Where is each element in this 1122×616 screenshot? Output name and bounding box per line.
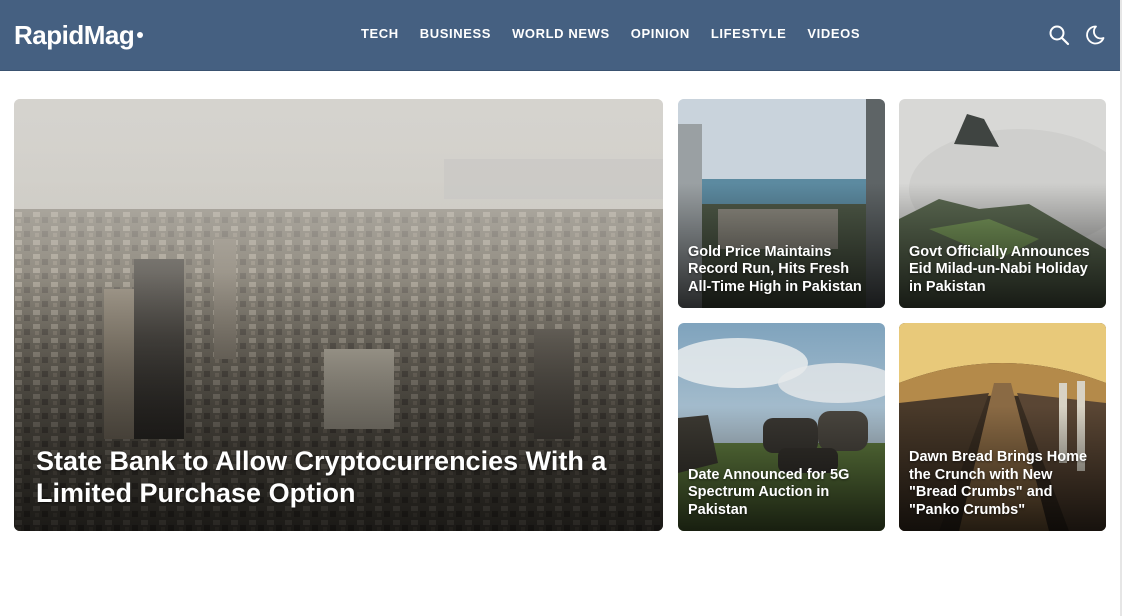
article-title[interactable]: Date Announced for 5G Spectrum Auction i… bbox=[688, 467, 875, 520]
article-title[interactable]: Dawn Bread Brings Home the Crunch with N… bbox=[909, 449, 1096, 519]
article-card-dawn-bread[interactable]: Dawn Bread Brings Home the Crunch with N… bbox=[899, 323, 1106, 531]
nav-item-opinion[interactable]: OPINION bbox=[631, 25, 690, 43]
nav-item-world-news[interactable]: WORLD NEWS bbox=[512, 25, 610, 43]
search-icon[interactable] bbox=[1048, 24, 1070, 46]
site-logo[interactable]: RapidMag bbox=[14, 18, 144, 52]
main-nav: TECH BUSINESS WORLD NEWS OPINION LIFESTY… bbox=[361, 25, 881, 43]
article-title[interactable]: Gold Price Maintains Record Run, Hits Fr… bbox=[688, 244, 875, 297]
logo-dot bbox=[137, 32, 144, 39]
nav-item-tech[interactable]: TECH bbox=[361, 25, 399, 43]
logo-text: RapidMag bbox=[14, 20, 135, 50]
article-title[interactable]: Govt Officially Announces Eid Milad-un-N… bbox=[909, 244, 1096, 297]
nav-item-business[interactable]: BUSINESS bbox=[420, 25, 491, 43]
article-card-eid-holiday[interactable]: Govt Officially Announces Eid Milad-un-N… bbox=[899, 99, 1106, 308]
site-header: RapidMag TECH BUSINESS WORLD NEWS OPINIO… bbox=[0, 0, 1120, 71]
nav-item-videos[interactable]: VIDEOS bbox=[807, 25, 860, 43]
moon-icon[interactable] bbox=[1084, 24, 1106, 46]
nav-item-lifestyle[interactable]: LIFESTYLE bbox=[711, 25, 786, 43]
article-card-5g-auction[interactable]: Date Announced for 5G Spectrum Auction i… bbox=[678, 323, 885, 531]
featured-article-title[interactable]: State Bank to Allow Cryptocurrencies Wit… bbox=[36, 445, 633, 509]
featured-article-card[interactable]: State Bank to Allow Cryptocurrencies Wit… bbox=[14, 99, 663, 531]
article-card-gold-price[interactable]: Gold Price Maintains Record Run, Hits Fr… bbox=[678, 99, 885, 308]
